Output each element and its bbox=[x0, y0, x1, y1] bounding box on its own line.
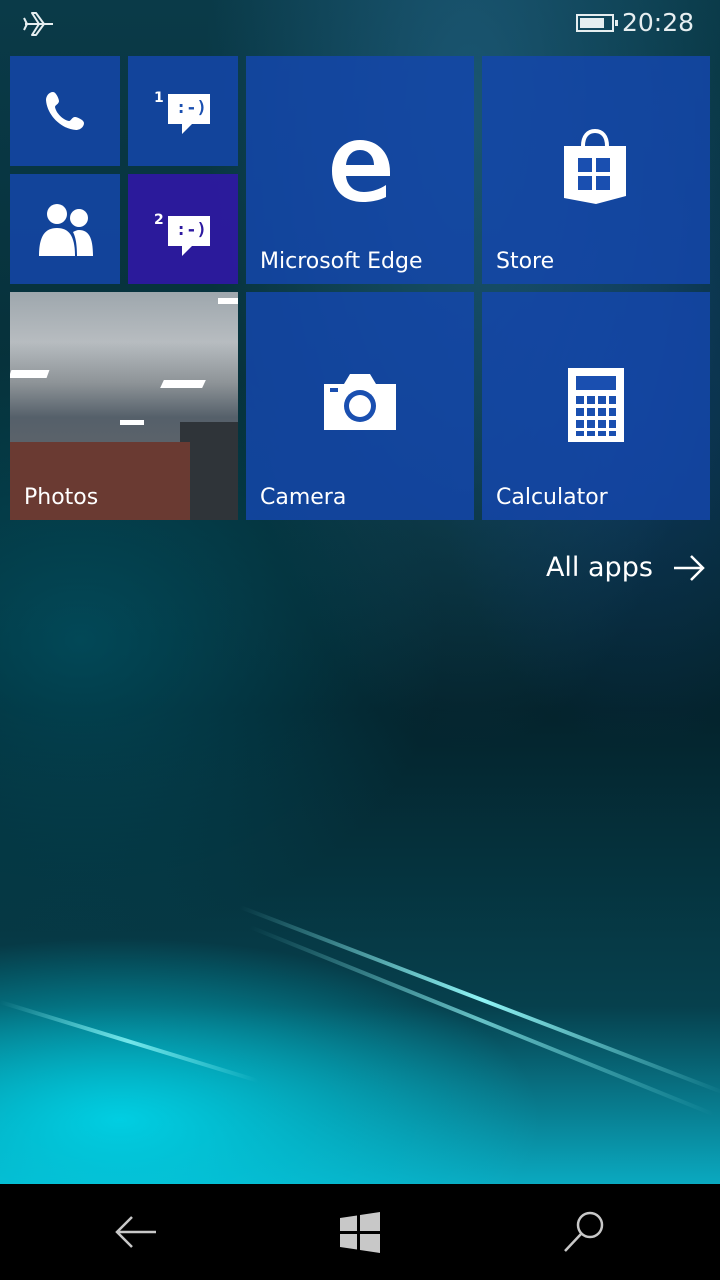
tile-photos[interactable]: Photos bbox=[10, 292, 238, 520]
arrow-right-icon bbox=[674, 554, 705, 581]
status-time: 20:28 bbox=[621, 8, 694, 37]
tile-calculator[interactable]: Calculator bbox=[482, 292, 710, 520]
all-apps-label: All apps bbox=[545, 552, 653, 583]
camera-icon bbox=[324, 374, 396, 430]
tile-people[interactable] bbox=[10, 174, 120, 284]
tile-messaging[interactable]: 1 :-) bbox=[128, 56, 238, 166]
tile-phone[interactable] bbox=[10, 56, 120, 166]
people-icon bbox=[39, 204, 93, 256]
message-count-badge: 1 bbox=[154, 90, 164, 106]
light-streak bbox=[239, 905, 720, 1096]
tile-label: Microsoft Edge bbox=[260, 249, 423, 274]
tile-label: Store bbox=[496, 249, 555, 274]
airplane-icon bbox=[23, 12, 53, 36]
ceiling-light bbox=[160, 380, 206, 388]
store-icon bbox=[564, 128, 626, 204]
message-count-badge: 2 bbox=[154, 212, 164, 228]
ceiling-light bbox=[10, 370, 50, 378]
all-apps-button[interactable]: All apps bbox=[546, 552, 706, 592]
ceiling-light bbox=[218, 298, 238, 304]
search-icon[interactable] bbox=[560, 1208, 608, 1256]
tile-microsoft-edge[interactable]: Microsoft Edge bbox=[246, 56, 474, 284]
emoticon-text: :-) bbox=[176, 98, 207, 118]
tile-messaging-2[interactable]: 2 :-) bbox=[128, 174, 238, 284]
tile-label: Calculator bbox=[496, 485, 608, 510]
emoticon-text: :-) bbox=[176, 220, 207, 240]
phone-icon bbox=[46, 92, 84, 130]
calculator-icon bbox=[568, 368, 624, 442]
navigation-bar bbox=[0, 1184, 720, 1280]
tile-label: Photos bbox=[24, 485, 99, 510]
status-bar: 20:28 bbox=[0, 0, 720, 48]
windows-logo-icon[interactable] bbox=[336, 1208, 384, 1256]
tile-store[interactable]: Store bbox=[482, 56, 710, 284]
edge-icon bbox=[332, 140, 390, 202]
tile-label: Camera bbox=[260, 485, 347, 510]
tile-camera[interactable]: Camera bbox=[246, 292, 474, 520]
ceiling-light bbox=[120, 420, 144, 425]
battery-icon bbox=[576, 14, 618, 32]
light-streak bbox=[0, 1000, 259, 1083]
back-arrow-icon[interactable] bbox=[112, 1208, 160, 1256]
light-streak bbox=[249, 925, 715, 1117]
